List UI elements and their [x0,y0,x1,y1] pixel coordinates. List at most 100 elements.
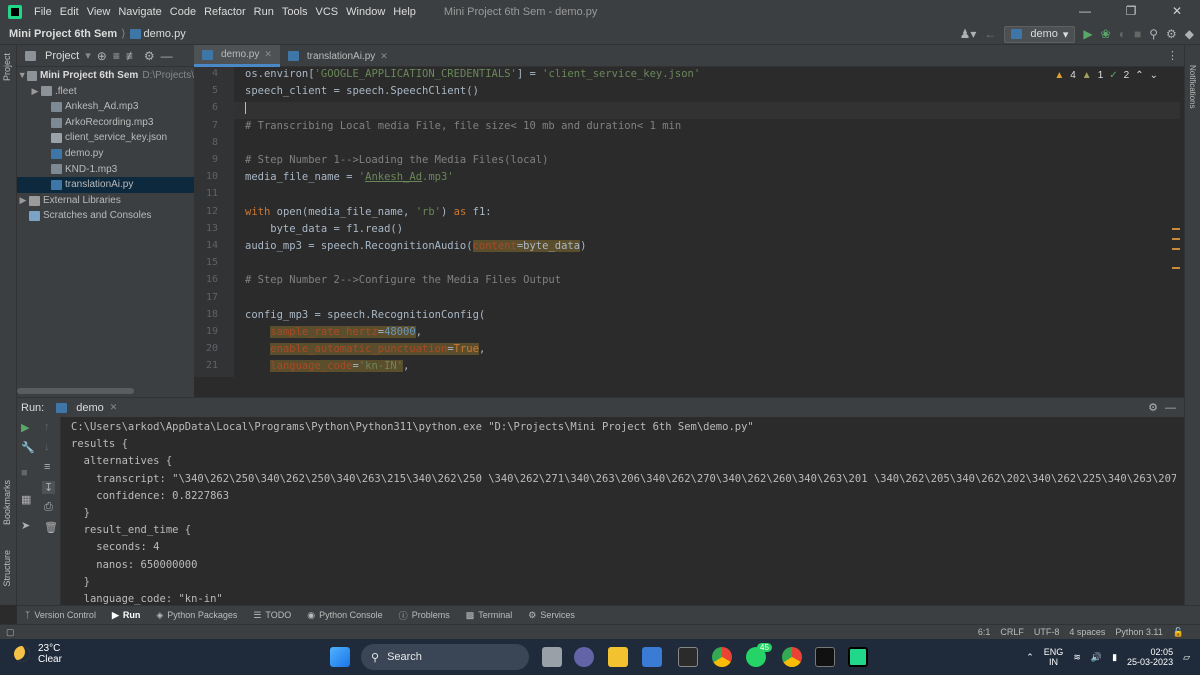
menu-vcs[interactable]: VCS [312,6,343,18]
clock[interactable]: 02:05 25-03-2023 [1127,647,1173,667]
stop-icon[interactable]: ■ [21,467,28,479]
tab-python-console[interactable]: ◉ Python Console [307,610,382,621]
tree-item-fleet[interactable]: ▶ .fleet [17,84,194,100]
menu-run[interactable]: Run [250,6,278,18]
jetbrains-logo-icon[interactable]: ◆ [1185,27,1194,41]
chevron-down-icon[interactable]: ▾ [85,49,91,62]
tree-item-arko-mp3[interactable]: ArkoRecording.mp3 [17,115,194,131]
user-icon[interactable]: ♟▾ [960,27,977,41]
file-encoding[interactable]: UTF-8 [1034,627,1060,637]
stop-icon[interactable]: ■ [1134,27,1141,41]
project-view-label[interactable]: Project [45,50,79,62]
console-output[interactable]: C:\Users\arkod\AppData\Local\Programs\Py… [71,419,1176,605]
error-stripe-mark[interactable] [1172,248,1180,250]
tree-item-demo-py[interactable]: demo.py [17,146,194,162]
print-icon[interactable]: ⎙ [44,501,53,514]
close-tab-icon[interactable]: ✕ [264,49,272,60]
tab-python-packages[interactable]: ◈ Python Packages [156,610,237,621]
minimize-icon[interactable]: — [1062,0,1108,23]
terminal-app-icon[interactable] [815,647,835,667]
tab-demo-py[interactable]: demo.py ✕ [194,45,280,67]
menu-refactor[interactable]: Refactor [200,6,250,18]
trash-icon[interactable]: 🗑 [44,521,58,534]
task-view-icon[interactable] [542,647,562,667]
tree-root[interactable]: ▼ Mini Project 6th Sem D:\Projects\ [17,68,194,84]
breadcrumb-file[interactable]: demo.py [144,28,186,40]
language-indicator[interactable]: ENG IN [1044,647,1064,667]
tab-todo[interactable]: ☰ TODO [253,610,291,621]
run-tab-demo[interactable]: demo [76,402,104,414]
hide-icon[interactable]: — [1165,402,1176,414]
volume-icon[interactable]: 🔊 [1091,652,1102,663]
pycharm-taskbar-icon[interactable] [848,647,868,667]
search-everywhere-icon[interactable]: ⚲ [1149,27,1158,41]
windows-start-icon[interactable] [330,647,350,667]
layout-icon[interactable]: ▦ [21,493,31,506]
tab-version-control[interactable]: ᛉ Version Control [25,610,96,620]
close-tab-icon[interactable]: ✕ [380,51,388,62]
close-icon[interactable]: ✕ [1154,0,1200,23]
structure-tool-button[interactable]: Structure [2,550,12,587]
weather-widget[interactable]: 23°C Clear [14,643,62,665]
expand-all-icon[interactable]: ≡ [113,49,120,63]
rerun-icon[interactable]: ▶ [21,421,29,434]
locate-icon[interactable]: ⊕ [97,49,107,63]
run-icon[interactable]: ▶ [1083,27,1092,41]
more-tabs-icon[interactable]: ⋮ [1167,45,1178,66]
close-tab-icon[interactable]: ✕ [110,402,118,413]
menu-help[interactable]: Help [389,6,420,18]
python-interpreter[interactable]: Python 3.11 [1115,627,1162,637]
breadcrumb-project[interactable]: Mini Project 6th Sem [0,28,117,40]
tab-services[interactable]: ⚙ Services [528,610,575,621]
store-icon[interactable] [642,647,662,667]
project-tool-button[interactable]: Project [2,53,12,81]
tree-item-json[interactable]: client_service_key.json [17,130,194,146]
tab-translation-py[interactable]: translationAi.py ✕ [280,45,396,67]
layout-toggle-icon[interactable]: ▢ [6,627,15,638]
error-stripe-mark[interactable] [1172,228,1180,230]
menu-navigate[interactable]: Navigate [114,6,165,18]
gear-icon[interactable]: ⚙ [1148,401,1158,414]
up-arrow-icon[interactable]: ↑ [44,421,50,433]
wifi-icon[interactable]: ≋ [1073,652,1081,663]
restore-icon[interactable]: ❐ [1108,0,1154,23]
menu-tools[interactable]: Tools [278,6,312,18]
tab-run[interactable]: ▶ Run [112,610,140,621]
battery-icon[interactable]: ▮ [1112,652,1117,663]
inspection-widget[interactable]: ▲ 4 ▲ 1 ✓ 2 ⌃ ⌄ [1054,70,1158,81]
notion-icon[interactable] [678,647,698,667]
chevron-up-icon[interactable]: ⌃ [1135,70,1143,81]
notification-bell-icon[interactable]: ▱ [1183,652,1190,663]
horizontal-scrollbar[interactable] [17,388,134,394]
tree-item-external-libraries[interactable]: ▶ External Libraries [17,193,194,209]
taskbar-search[interactable]: ⚲ Search [361,644,529,670]
hide-icon[interactable]: — [161,49,173,63]
caret-position[interactable]: 6:1 [978,627,991,637]
settings-gear-icon[interactable]: ⚙ [1166,27,1177,41]
chevron-down-icon[interactable]: ⌄ [1150,70,1158,81]
chrome-profile-icon[interactable] [782,647,802,667]
menu-view[interactable]: View [83,6,115,18]
collapse-all-icon[interactable]: ≢ [126,49,138,63]
menu-edit[interactable]: Edit [56,6,83,18]
tree-item-ankesh-mp3[interactable]: Ankesh_Ad.mp3 [17,99,194,115]
gear-icon[interactable]: ⚙ [144,49,155,63]
wrench-icon[interactable]: 🔧 [21,441,35,454]
back-arrow-icon[interactable]: ← [984,27,996,41]
indent-setting[interactable]: 4 spaces [1069,627,1105,637]
pin-icon[interactable]: ➤ [21,519,30,532]
tree-item-scratches[interactable]: Scratches and Consoles [17,208,194,224]
file-explorer-icon[interactable] [608,647,628,667]
run-config-select[interactable]: demo ▾ [1004,25,1076,43]
code-area[interactable]: os.environ['GOOGLE_APPLICATION_CREDENTIA… [245,67,1180,377]
debug-icon[interactable]: ❀ [1101,27,1111,41]
notifications-tool-button[interactable]: Notifications [1188,65,1197,109]
menu-window[interactable]: Window [342,6,389,18]
scroll-to-end-icon[interactable]: ↧ [42,481,56,494]
tab-problems[interactable]: ⓘ Problems [399,609,450,622]
line-separator[interactable]: CRLF [1000,627,1024,637]
chrome-icon[interactable] [712,647,732,667]
error-stripe-mark[interactable] [1172,238,1180,240]
menu-code[interactable]: Code [166,6,200,18]
bookmarks-tool-button[interactable]: Bookmarks [2,480,12,525]
